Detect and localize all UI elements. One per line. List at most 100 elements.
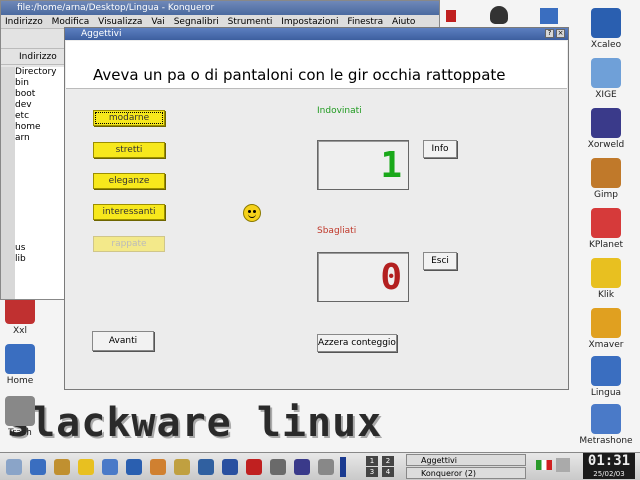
dialog-titlebar[interactable]: Aggettivi ? × — [65, 28, 568, 40]
tree-item[interactable]: dev — [15, 100, 66, 111]
tree-item[interactable]: us — [15, 243, 66, 254]
reset-button[interactable]: Azzera conteggio — [317, 334, 397, 352]
office-icon[interactable] — [198, 459, 214, 475]
kmenu-icon[interactable] — [6, 459, 22, 475]
info-button[interactable]: Info — [423, 140, 457, 158]
desktop-icon-label: Gimp — [594, 190, 618, 200]
menu-item[interactable]: Visualizza — [98, 17, 142, 27]
desktop-icon-gimp[interactable]: Gimp — [576, 158, 636, 200]
exit-button[interactable]: Esci — [423, 252, 457, 270]
desktop-icon-xmaver[interactable]: Xmaver — [576, 308, 636, 350]
desktop-icon-label: Home — [6, 376, 34, 386]
tree-item[interactable]: boot — [15, 89, 66, 100]
pager-desktop-4[interactable]: 4 — [382, 467, 394, 477]
tree-item[interactable] — [15, 221, 66, 232]
desktop-icon-klik[interactable]: Klik — [576, 258, 636, 300]
browser-icon[interactable] — [102, 459, 118, 475]
globe-icon[interactable] — [126, 459, 142, 475]
phrase-panel: Aveva un pa o di pantaloni con le gir oc… — [66, 41, 567, 89]
desktop-icon-lingua[interactable]: Lingua — [576, 356, 636, 398]
app-icon — [591, 208, 621, 238]
desktop-icon-label: Lingua — [590, 388, 622, 398]
desktop-icon-kplanet[interactable]: KPlanet — [576, 208, 636, 250]
tree-item[interactable] — [15, 166, 66, 177]
menu-item[interactable]: Indirizzo — [5, 17, 43, 27]
desktop-icon-xige[interactable]: XIGE — [576, 58, 636, 100]
option-button[interactable]: rappate — [93, 236, 165, 252]
globe-icon[interactable] — [540, 8, 558, 24]
editor-icon[interactable] — [174, 459, 190, 475]
desktop-icon-label: XIGE — [595, 90, 617, 100]
wrong-label: Sbagliati — [317, 226, 357, 236]
desktop-icon-metrashone[interactable]: Metrashone — [576, 404, 636, 446]
menu-item[interactable]: Modifica — [52, 17, 90, 27]
option-button[interactable]: interessanti — [93, 204, 165, 220]
printer-icon[interactable] — [270, 459, 286, 475]
flag-icon[interactable] — [536, 460, 552, 470]
menu-item[interactable]: Strumenti — [228, 17, 273, 27]
tree-item[interactable] — [15, 210, 66, 221]
desktop-icon-home[interactable]: Home — [0, 344, 50, 386]
pager-desktop-3[interactable]: 3 — [366, 467, 378, 477]
tools-icon[interactable] — [54, 459, 70, 475]
app-icon — [591, 258, 621, 288]
option-button[interactable]: stretti — [93, 142, 165, 158]
menu-item[interactable]: Aiuto — [392, 17, 415, 27]
location-label: Indirizzo — [19, 52, 57, 62]
clock[interactable]: 01:31 25/02/03 — [583, 453, 635, 479]
tree-item[interactable] — [15, 144, 66, 155]
settings-icon[interactable] — [318, 459, 334, 475]
desktop-icon-xorweld[interactable]: Xorweld — [576, 108, 636, 150]
smiley-icon — [243, 204, 261, 222]
media-icon[interactable] — [222, 459, 238, 475]
next-button[interactable]: Avanti — [92, 331, 154, 351]
speaker-icon[interactable] — [556, 458, 570, 472]
sidebar-tabs[interactable] — [1, 67, 15, 299]
pager-desktop-1[interactable]: 1 — [366, 456, 378, 466]
desktop-icon-label: Xorweld — [587, 140, 625, 150]
app-icon — [591, 58, 621, 88]
tree-item[interactable] — [15, 199, 66, 210]
help-icon[interactable]: ? — [545, 29, 554, 38]
config-icon[interactable] — [294, 459, 310, 475]
task-konqueror[interactable]: Konqueror (2) — [406, 467, 526, 479]
menu-item[interactable]: Finestra — [347, 17, 383, 27]
window-title[interactable]: file:/home/arna/Desktop/Lingua - Konquer… — [1, 1, 439, 15]
mail-icon[interactable] — [150, 459, 166, 475]
tree-item[interactable] — [15, 177, 66, 188]
clock-time: 01:31 — [587, 453, 631, 469]
wrong-counter: 0 — [317, 252, 409, 302]
desktop-icon-label: KPlanet — [588, 240, 624, 250]
directory-tree[interactable]: Directory bin boot dev etc home arn us l… — [15, 67, 67, 299]
menu-item[interactable]: Vai — [151, 17, 164, 27]
home-folder-icon[interactable] — [78, 459, 94, 475]
aggettivi-dialog[interactable]: Aggettivi ? × Aveva un pa o di pantaloni… — [64, 27, 569, 390]
tree-item[interactable]: Directory — [15, 67, 66, 78]
task-aggettivi[interactable]: Aggettivi — [406, 454, 526, 466]
desktop-icon-label: Xcaleo — [590, 40, 622, 50]
app-icon — [591, 356, 621, 386]
terminal-icon[interactable] — [30, 459, 46, 475]
tree-item[interactable] — [15, 155, 66, 166]
tree-item[interactable]: arn — [15, 133, 66, 144]
panel-separator — [340, 457, 346, 477]
correct-label: Indovinati — [317, 106, 362, 116]
close-icon[interactable] — [446, 10, 456, 22]
tux-icon[interactable] — [490, 6, 508, 24]
desktop-icon-trash[interactable]: Trash — [0, 396, 50, 438]
pager-desktop-2[interactable]: 2 — [382, 456, 394, 466]
option-button[interactable]: modarne — [93, 110, 165, 126]
tree-item[interactable] — [15, 188, 66, 199]
help-icon[interactable] — [246, 459, 262, 475]
tree-item[interactable]: lib — [15, 254, 66, 265]
menu-item[interactable]: Impostazioni — [281, 17, 338, 27]
tree-item[interactable]: bin — [15, 78, 66, 89]
tree-item[interactable] — [15, 232, 66, 243]
tree-item[interactable]: etc — [15, 111, 66, 122]
option-button[interactable]: eleganze — [93, 173, 165, 189]
desktop-icon-xxl[interactable]: Xxl — [0, 294, 50, 336]
close-icon[interactable]: × — [556, 29, 565, 38]
dialog-title: Aggettivi — [81, 29, 122, 39]
menu-item[interactable]: Segnalibri — [174, 17, 219, 27]
tree-item[interactable]: home — [15, 122, 66, 133]
